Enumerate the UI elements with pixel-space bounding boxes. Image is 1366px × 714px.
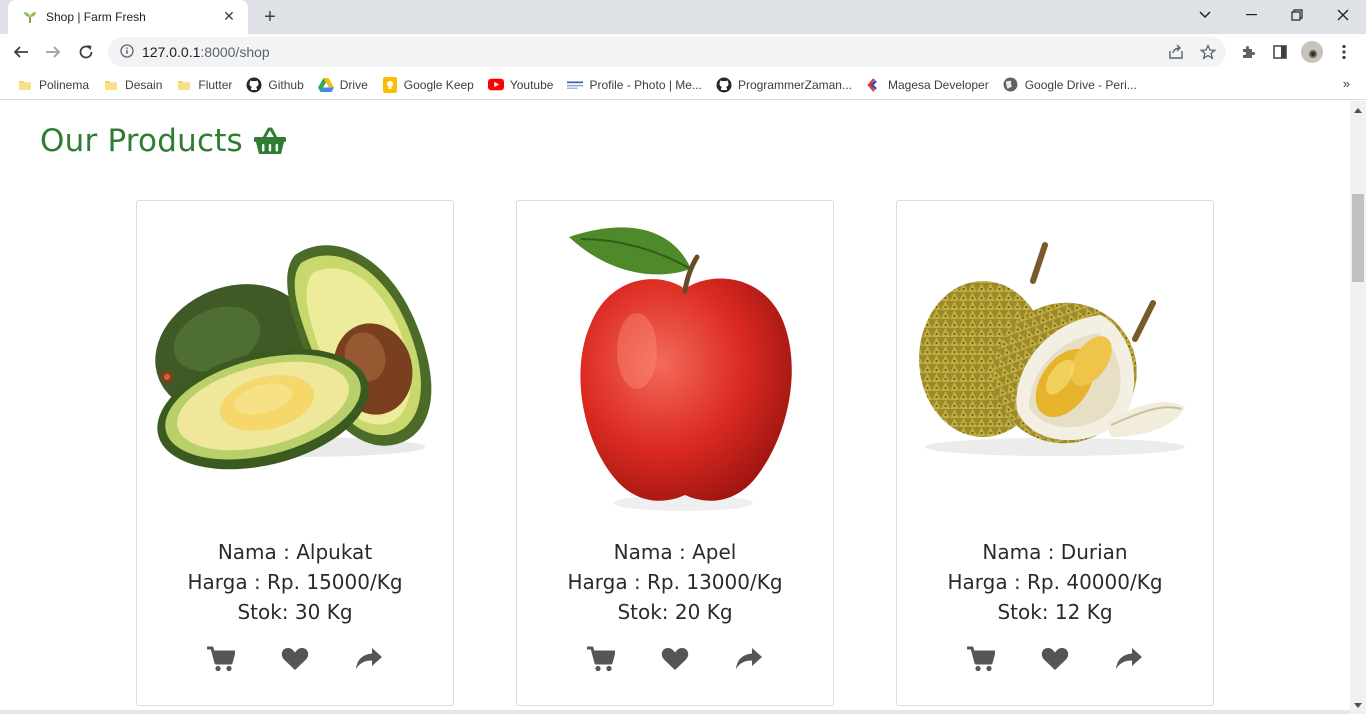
new-tab-button[interactable]: + bbox=[258, 6, 282, 28]
url-host: 127.0.0.1 bbox=[142, 44, 201, 60]
menu-kebab-icon[interactable] bbox=[1330, 38, 1358, 66]
share-icon[interactable] bbox=[1115, 645, 1143, 673]
basket-icon bbox=[253, 127, 287, 155]
bookmark-star-icon[interactable] bbox=[1194, 38, 1222, 66]
tab-title: Shop | Farm Fresh bbox=[46, 10, 146, 24]
bookmark-item[interactable]: Youtube bbox=[481, 73, 561, 97]
github-icon bbox=[716, 77, 732, 93]
product-card: Nama : Apel Harga : Rp. 13000/Kg Stok: 2… bbox=[516, 200, 834, 706]
share-page-icon[interactable] bbox=[1162, 38, 1190, 66]
product-actions bbox=[517, 645, 833, 673]
product-name: Nama : Durian bbox=[982, 540, 1128, 564]
product-info: Nama : Alpukat Harga : Rp. 15000/Kg Stok… bbox=[137, 537, 453, 627]
reload-icon[interactable] bbox=[72, 38, 100, 66]
product-actions bbox=[897, 645, 1213, 673]
side-panel-icon[interactable] bbox=[1266, 38, 1294, 66]
product-name: Nama : Apel bbox=[613, 540, 737, 564]
product-card: Nama : Alpukat Harga : Rp. 15000/Kg Stok… bbox=[136, 200, 454, 706]
bookmark-item[interactable]: Google Keep bbox=[375, 73, 481, 97]
product-stock: Stok: 30 Kg bbox=[237, 600, 353, 624]
horizontal-scrollbar[interactable] bbox=[0, 710, 1350, 714]
google-drive-icon bbox=[317, 77, 334, 93]
close-window-icon[interactable] bbox=[1320, 0, 1366, 30]
product-stock: Stok: 12 Kg bbox=[997, 600, 1113, 624]
address-bar[interactable]: 127.0.0.1:8000/shop bbox=[108, 37, 1226, 67]
github-icon bbox=[246, 77, 262, 93]
vertical-scrollbar[interactable] bbox=[1350, 101, 1366, 714]
page-title-text: Our Products bbox=[40, 123, 243, 159]
cart-icon[interactable] bbox=[207, 645, 235, 673]
bookmark-label: Drive bbox=[339, 77, 368, 92]
bookmark-label: Youtube bbox=[509, 77, 554, 92]
bookmark-label: Github bbox=[268, 77, 304, 92]
scroll-thumb[interactable] bbox=[1352, 194, 1364, 282]
product-card: Nama : Durian Harga : Rp. 40000/Kg Stok:… bbox=[896, 200, 1214, 706]
bookmark-label: Polinema bbox=[39, 77, 90, 92]
bookmark-label: Magesa Developer bbox=[887, 77, 989, 92]
product-price: Harga : Rp. 40000/Kg bbox=[947, 570, 1163, 594]
google-keep-icon bbox=[382, 76, 398, 93]
tab-search-icon[interactable] bbox=[1182, 0, 1228, 30]
bookmark-label: Desain bbox=[125, 77, 163, 92]
bookmark-item[interactable]: Profile - Photo | Me... bbox=[560, 73, 709, 97]
bookmark-label: Flutter bbox=[198, 77, 233, 92]
bookmark-label: Profile - Photo | Me... bbox=[589, 77, 702, 92]
bookmark-label: Google Keep bbox=[403, 77, 474, 92]
globe-icon bbox=[1003, 77, 1019, 93]
bookmark-item[interactable]: ProgrammerZaman... bbox=[709, 73, 859, 97]
close-tab-icon[interactable]: ✕ bbox=[220, 8, 238, 26]
heart-icon[interactable] bbox=[281, 645, 309, 673]
product-info: Nama : Apel Harga : Rp. 13000/Kg Stok: 2… bbox=[517, 537, 833, 627]
product-name: Nama : Alpukat bbox=[217, 540, 373, 564]
magesa-icon bbox=[866, 77, 882, 93]
folder-icon bbox=[17, 77, 33, 93]
url-text: 127.0.0.1:8000/shop bbox=[142, 44, 270, 60]
bookmark-item[interactable]: Drive bbox=[311, 73, 375, 97]
page-viewport: Our Products Nama: Alpukat Harga: Rp. … bbox=[0, 101, 1350, 714]
tab-strip: Shop | Farm Fresh ✕ + bbox=[0, 0, 1366, 34]
product-price: Harga : Rp. 13000/Kg bbox=[567, 570, 783, 594]
bookmark-item[interactable]: Desain bbox=[96, 73, 169, 97]
apple-image bbox=[525, 211, 825, 521]
back-arrow-icon[interactable] bbox=[7, 38, 35, 66]
page-title: Our Products bbox=[40, 123, 287, 159]
sprout-icon bbox=[22, 9, 38, 25]
durian-image bbox=[905, 211, 1205, 521]
bookmark-item[interactable]: Google Drive - Peri... bbox=[996, 73, 1144, 97]
cart-icon[interactable] bbox=[587, 645, 615, 673]
profile-avatar-icon[interactable] bbox=[1298, 38, 1326, 66]
url-path: :8000/shop bbox=[200, 44, 270, 60]
bookmark-label: Google Drive - Peri... bbox=[1024, 77, 1137, 92]
scroll-up-icon[interactable] bbox=[1350, 103, 1366, 117]
product-actions bbox=[137, 645, 453, 673]
product-stock: Stok: 20 Kg bbox=[617, 600, 733, 624]
forward-arrow-icon[interactable] bbox=[39, 38, 67, 66]
cart-icon[interactable] bbox=[967, 645, 995, 673]
avocado-image bbox=[145, 211, 445, 521]
folder-icon bbox=[176, 77, 192, 93]
product-info: Nama : Durian Harga : Rp. 40000/Kg Stok:… bbox=[897, 537, 1213, 627]
folder-icon bbox=[103, 77, 119, 93]
more-bookmarks-button[interactable]: » bbox=[1343, 76, 1350, 91]
youtube-icon bbox=[487, 77, 504, 93]
restore-icon[interactable] bbox=[1274, 0, 1320, 30]
bookmark-item[interactable]: Flutter bbox=[169, 73, 239, 97]
share-icon[interactable] bbox=[355, 645, 383, 673]
minimize-icon[interactable] bbox=[1228, 0, 1274, 30]
heart-icon[interactable] bbox=[661, 645, 689, 673]
bookmark-item[interactable]: Github bbox=[239, 73, 310, 97]
extensions-icon[interactable] bbox=[1234, 38, 1262, 66]
profile-icon bbox=[567, 77, 584, 93]
product-price: Harga : Rp. 15000/Kg bbox=[187, 570, 403, 594]
browser-toolbar: 127.0.0.1:8000/shop bbox=[0, 34, 1366, 70]
scroll-down-icon[interactable] bbox=[1350, 698, 1366, 712]
bookmarks-bar: Polinema Desain Flutter Github Drive Google K… bbox=[0, 70, 1366, 100]
bookmark-item[interactable]: Magesa Developer bbox=[859, 73, 996, 97]
heart-icon[interactable] bbox=[1041, 645, 1069, 673]
bookmark-item[interactable]: Polinema bbox=[10, 73, 96, 97]
site-info-icon[interactable] bbox=[120, 43, 134, 62]
share-icon[interactable] bbox=[735, 645, 763, 673]
bookmark-label: ProgrammerZaman... bbox=[737, 77, 852, 92]
browser-tab[interactable]: Shop | Farm Fresh ✕ bbox=[8, 0, 248, 34]
